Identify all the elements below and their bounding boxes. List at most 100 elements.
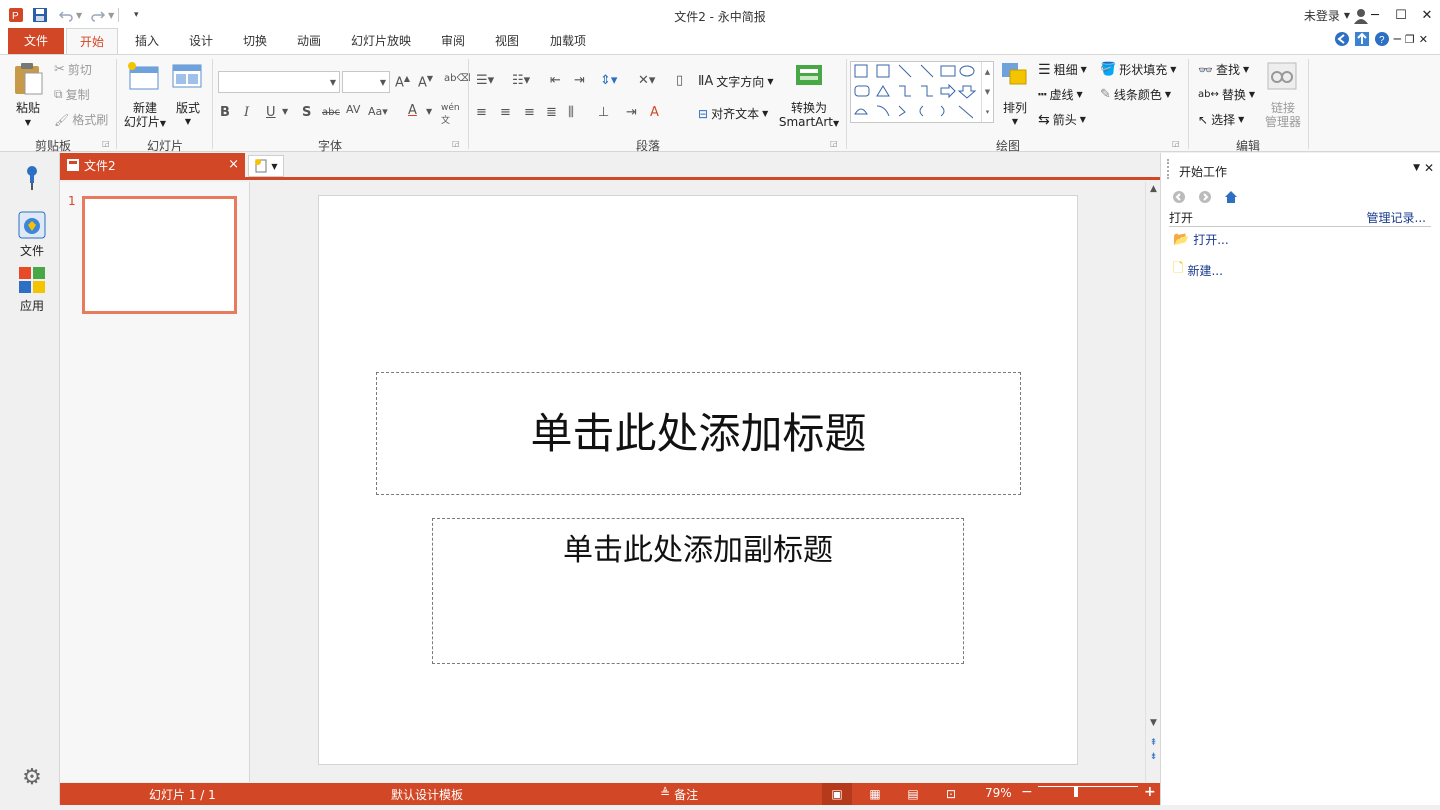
dash-button[interactable]: ┅ 虚线 ▼ xyxy=(1038,86,1083,103)
tab-review[interactable]: 审阅 xyxy=(430,28,476,54)
font-color-dropdown-icon[interactable]: ▼ xyxy=(426,107,432,116)
task-pane-menu-icon[interactable]: ▼ xyxy=(1413,163,1420,173)
reading-view-icon[interactable]: ▤ xyxy=(898,783,928,805)
grow-font-icon[interactable]: A▲ xyxy=(395,74,410,90)
subtitle-placeholder[interactable]: 单击此处添加副标题 xyxy=(432,518,964,664)
tab-home[interactable]: 开始 xyxy=(66,28,118,54)
align-left-icon[interactable]: ≡ xyxy=(476,105,487,120)
pane-forward-icon[interactable] xyxy=(1197,189,1213,205)
tab-file[interactable]: 文件 xyxy=(8,28,64,54)
shape-fill-button[interactable]: 🪣 形状填充 ▼ xyxy=(1100,61,1176,78)
new-slide-button[interactable] xyxy=(126,61,160,91)
paragraph-dialog-launcher-icon[interactable]: ◲ xyxy=(830,139,838,148)
undo-icon[interactable] xyxy=(56,5,76,25)
scroll-down-icon[interactable]: ▼ xyxy=(1147,718,1160,728)
shrink-font-icon[interactable]: A▼ xyxy=(418,74,433,90)
font-size-combo[interactable]: ▼ xyxy=(342,71,390,93)
tab-slideshow[interactable]: 幻灯片放映 xyxy=(342,28,420,54)
nav-apps[interactable]: 应用 xyxy=(10,266,54,314)
pin-icon[interactable] xyxy=(10,165,54,194)
back-circle-icon[interactable] xyxy=(1334,31,1350,47)
columns-icon[interactable]: ✕▾ xyxy=(638,73,655,88)
line-weight-button[interactable]: ☰ 粗细 ▼ xyxy=(1038,61,1087,78)
zoom-slider-track[interactable] xyxy=(1038,786,1138,787)
tab-animations[interactable]: 动画 xyxy=(286,28,332,54)
increase-indent-icon[interactable]: ⇥ xyxy=(574,73,585,88)
task-pane-close-icon[interactable]: ✕ xyxy=(1424,161,1434,175)
tab-design[interactable]: 设计 xyxy=(178,28,224,54)
underline-dropdown-icon[interactable]: ▼ xyxy=(282,107,288,116)
normal-view-icon[interactable]: ▣ xyxy=(822,783,852,805)
new-file-link[interactable]: 🗋 新建... xyxy=(1173,259,1223,281)
minimize-button[interactable]: ─ xyxy=(1362,0,1388,30)
align-right-icon[interactable]: ≡ xyxy=(524,105,535,120)
next-slide-icon[interactable]: ⇟ xyxy=(1147,752,1160,762)
template-name[interactable]: 默认设计模板 xyxy=(391,786,463,803)
slide-canvas[interactable]: 单击此处添加标题 单击此处添加副标题 xyxy=(318,195,1078,765)
ribbon-close-icon[interactable]: ✕ xyxy=(1419,33,1428,46)
bullets-icon[interactable]: ☰▾ xyxy=(476,73,494,88)
underline-icon[interactable]: U xyxy=(266,105,276,120)
distribute-icon[interactable]: ⫼ xyxy=(568,105,574,120)
line-spacing-icon[interactable]: ⇕▾ xyxy=(600,73,617,88)
gallery-scroll-icon[interactable]: ▲ ▼ ▾ xyxy=(981,62,993,122)
text-effects-icon[interactable]: A xyxy=(650,105,659,120)
shapes-gallery[interactable]: ▲ ▼ ▾ xyxy=(850,61,994,123)
line-color-button[interactable]: ✎ 线条颜色 ▼ xyxy=(1100,86,1171,103)
doc-tab-close-icon[interactable]: × xyxy=(228,157,239,172)
clipboard-dialog-launcher-icon[interactable]: ◲ xyxy=(102,139,110,148)
upload-icon[interactable] xyxy=(1354,31,1370,47)
copy-button[interactable]: ⧉ 复制 xyxy=(54,86,90,103)
change-case-icon[interactable]: Aa▾ xyxy=(368,105,388,118)
help-icon[interactable]: ? xyxy=(1374,31,1390,47)
layout-button[interactable] xyxy=(172,61,202,91)
zoom-slider-thumb[interactable] xyxy=(1074,786,1078,797)
login-button[interactable]: 未登录 ▼ xyxy=(1304,7,1368,24)
font-dialog-launcher-icon[interactable]: ◲ xyxy=(452,139,460,148)
link-manager-button[interactable] xyxy=(1266,61,1298,91)
align-center-icon[interactable]: ≡ xyxy=(500,105,511,120)
char-spacing-icon[interactable]: AV xyxy=(346,103,360,116)
text-box-icon[interactable]: ▯ xyxy=(676,73,683,88)
pane-back-icon[interactable] xyxy=(1171,189,1187,205)
font-name-combo[interactable]: ▼ xyxy=(218,71,340,93)
arrow-style-button[interactable]: ⇆ 箭头 ▼ xyxy=(1038,111,1086,128)
convert-smartart-button[interactable] xyxy=(794,61,826,89)
notes-button[interactable]: ≜ 备注 xyxy=(660,786,698,803)
arrange-button[interactable] xyxy=(1000,61,1032,91)
text-direction-button[interactable]: ⅡA 文字方向 ▼ xyxy=(698,73,773,90)
italic-icon[interactable]: I xyxy=(244,105,249,120)
drawing-dialog-launcher-icon[interactable]: ◲ xyxy=(1172,139,1180,148)
zoom-out-button[interactable]: − xyxy=(1021,784,1033,800)
pane-home-icon[interactable] xyxy=(1223,189,1239,205)
settings-gear-icon[interactable]: ⚙ xyxy=(10,765,54,790)
open-file-link[interactable]: 📂 打开... xyxy=(1173,231,1229,248)
doc-tab-active[interactable]: 文件2 × xyxy=(60,153,245,177)
strikethrough-icon[interactable]: abc xyxy=(322,107,340,118)
tab-view[interactable]: 视图 xyxy=(484,28,530,54)
tab-addins[interactable]: 加载项 xyxy=(540,28,596,54)
clear-format-icon[interactable]: ab⌫ xyxy=(444,73,471,84)
font-color-icon[interactable]: A xyxy=(408,103,417,118)
pane-grip[interactable] xyxy=(1167,159,1169,179)
select-button[interactable]: ↖ 选择 ▼ xyxy=(1198,111,1244,128)
ribbon-minimize-icon[interactable]: ─ xyxy=(1394,32,1401,46)
close-window-button[interactable]: ✕ xyxy=(1414,0,1440,30)
scroll-up-icon[interactable]: ▲ xyxy=(1147,184,1160,194)
justify-icon[interactable]: ≣ xyxy=(546,105,557,120)
maximize-button[interactable]: ☐ xyxy=(1388,0,1414,30)
bold-icon[interactable]: B xyxy=(220,105,230,120)
numbering-icon[interactable]: ☷▾ xyxy=(512,73,530,88)
customize-qa-icon[interactable]: ▾ xyxy=(126,5,146,25)
nav-file[interactable]: 文件 xyxy=(10,211,54,259)
slideshow-view-icon[interactable]: ⊡ xyxy=(936,783,966,805)
zoom-in-button[interactable]: + xyxy=(1144,784,1156,800)
find-button[interactable]: 👓 查找 ▼ xyxy=(1198,61,1249,78)
decrease-indent-icon[interactable]: ⇤ xyxy=(550,73,561,88)
ribbon-restore-icon[interactable]: ❐ xyxy=(1405,33,1415,46)
cut-button[interactable]: ✂ 剪切 xyxy=(54,61,92,78)
manage-records-link[interactable]: 管理记录... xyxy=(1367,209,1426,226)
new-document-button[interactable]: ▼ xyxy=(248,155,284,177)
format-painter-button[interactable]: 🖌 格式刷 xyxy=(54,111,108,128)
redo-icon[interactable] xyxy=(88,5,108,25)
